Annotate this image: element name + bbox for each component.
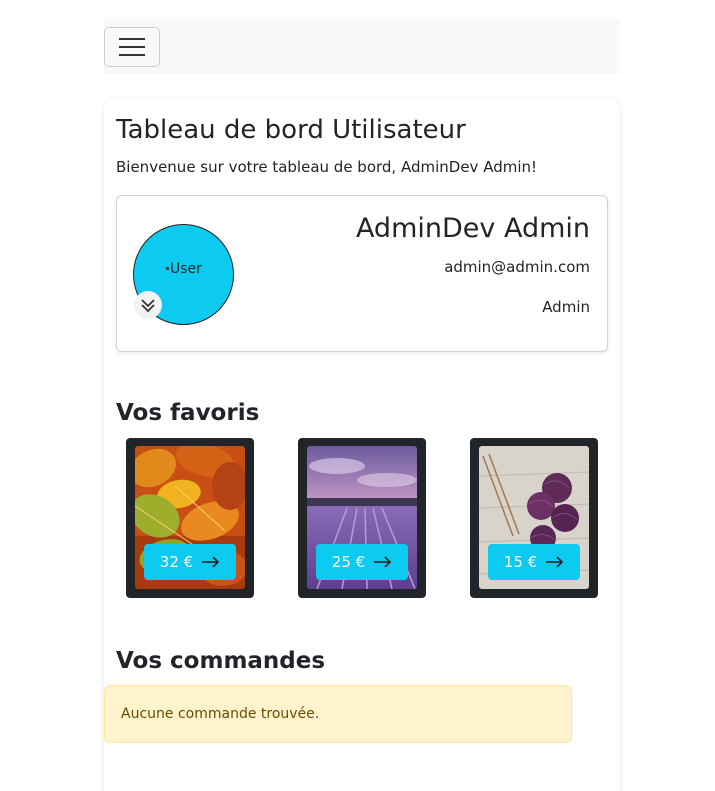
- profile-name: AdminDev Admin: [355, 213, 590, 244]
- favorites-title: Vos favoris: [116, 400, 260, 426]
- favorite-price-button[interactable]: 32 €: [144, 544, 236, 580]
- arrow-right-icon: [374, 556, 392, 568]
- arrow-right-icon: [546, 556, 564, 568]
- profile-email: admin@admin.com: [444, 258, 590, 276]
- hamburger-icon: [119, 38, 145, 56]
- page-title: Tableau de bord Utilisateur: [116, 115, 466, 145]
- favorite-card: 15 €: [470, 438, 598, 598]
- favorite-price: 25 €: [331, 553, 366, 571]
- avatar-alt-text: User: [166, 261, 202, 277]
- no-orders-message: Aucune commande trouvée.: [121, 706, 320, 722]
- favorite-card: 25 €: [298, 438, 426, 598]
- favorite-price-button[interactable]: 25 €: [316, 544, 408, 580]
- favorite-price: 15 €: [503, 553, 538, 571]
- favorite-price: 32 €: [159, 553, 194, 571]
- orders-title: Vos commandes: [116, 648, 326, 674]
- welcome-message: Bienvenue sur votre tableau de bord, Adm…: [116, 158, 538, 176]
- favorite-price-button[interactable]: 15 €: [488, 544, 580, 580]
- navbar: [104, 19, 620, 74]
- chevron-double-down-icon: [141, 299, 155, 313]
- dashboard-card: Tableau de bord Utilisateur Bienvenue su…: [104, 98, 620, 791]
- avatar-expand-button[interactable]: [134, 291, 162, 319]
- no-orders-alert: Aucune commande trouvée.: [104, 685, 572, 743]
- profile-role: Admin: [542, 298, 590, 316]
- arrow-right-icon: [202, 556, 220, 568]
- favorite-card: 32 €: [126, 438, 254, 598]
- navbar-toggle-button[interactable]: [104, 27, 160, 67]
- profile-card: User AdminDev Admin admin@admin.com Admi…: [116, 195, 608, 352]
